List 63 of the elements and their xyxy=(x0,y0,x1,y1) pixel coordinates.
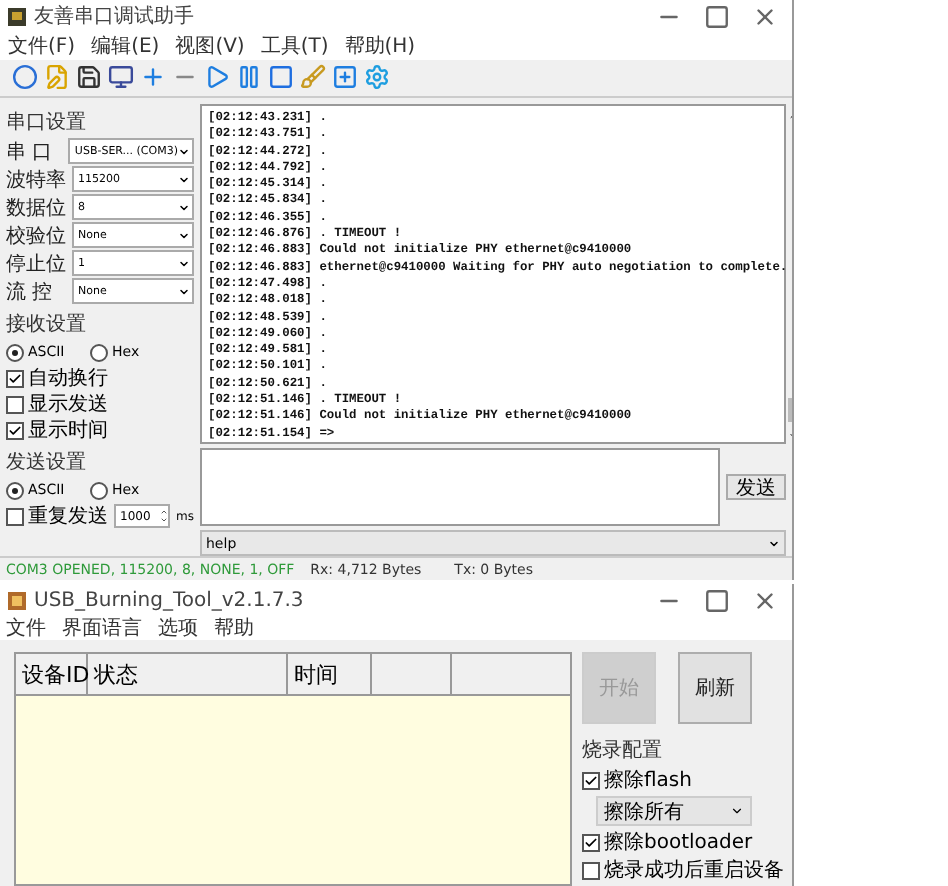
menu-item[interactable]: 帮助(H) xyxy=(344,32,416,60)
caret-icon xyxy=(178,173,190,185)
group-title: 接收设置 xyxy=(6,311,88,338)
close-icon[interactable] xyxy=(751,587,777,613)
menu-item[interactable]: 编辑(E) xyxy=(91,32,160,60)
field-label: 流 控 xyxy=(6,279,55,305)
column-header[interactable]: 时间 xyxy=(288,654,372,694)
group-title: 发送设置 xyxy=(6,449,88,476)
settings-icon[interactable] xyxy=(364,63,390,89)
window-title: USB_Burning_Tool_v2.1.7.3 xyxy=(34,589,306,611)
checkbox[interactable]: 显示发送 xyxy=(6,390,108,418)
field-label: 停止位 xyxy=(6,251,68,277)
menu-item[interactable]: 文件 xyxy=(6,614,46,642)
ball-icon[interactable] xyxy=(12,63,38,89)
send-input[interactable] xyxy=(200,448,720,526)
app-icon xyxy=(8,591,26,609)
group-title: 串口设置 xyxy=(6,109,88,136)
refresh-button[interactable]: 刷新 xyxy=(678,652,752,724)
caret-icon xyxy=(730,804,744,818)
caret-icon xyxy=(178,285,190,297)
column-header[interactable]: 状态 xyxy=(88,654,288,694)
check-icon xyxy=(584,773,598,787)
brush-icon[interactable] xyxy=(300,63,326,89)
checkbox[interactable]: 显示时间 xyxy=(6,416,108,444)
checkbox[interactable]: 擦除flash xyxy=(582,766,692,794)
menu-item[interactable]: 文件(F) xyxy=(8,32,76,60)
stop-icon[interactable] xyxy=(268,63,294,89)
caret-icon xyxy=(768,537,780,549)
play-icon[interactable] xyxy=(204,63,230,89)
group-title: 烧录配置 xyxy=(582,737,664,764)
add-window-icon[interactable] xyxy=(332,63,358,89)
field-label: 数据位 xyxy=(6,195,68,221)
monitor-icon[interactable] xyxy=(108,63,134,89)
field-label: 校验位 xyxy=(6,223,68,249)
plus-icon[interactable] xyxy=(140,63,166,89)
menu-item[interactable]: 工具(T) xyxy=(260,32,329,60)
menu-item[interactable]: 界面语言 xyxy=(62,614,142,642)
checkbox[interactable]: 烧录成功后重启设备 xyxy=(582,856,784,884)
check-icon xyxy=(8,423,22,437)
menu-item[interactable]: 视图(V) xyxy=(175,32,245,60)
menu-item[interactable]: 选项 xyxy=(158,614,198,642)
dropdown[interactable]: 擦除所有 xyxy=(596,796,752,826)
close-icon[interactable] xyxy=(751,3,777,29)
caret-icon xyxy=(178,201,190,213)
field-label: 波特率 xyxy=(6,167,68,193)
column-header[interactable]: 设备ID xyxy=(16,654,88,694)
save-icon[interactable] xyxy=(76,63,102,89)
checkbox[interactable]: 擦除bootloader xyxy=(582,828,753,856)
app-icon xyxy=(8,7,26,25)
caret-icon xyxy=(178,229,190,241)
caret-icon xyxy=(178,145,190,157)
maximize-icon[interactable] xyxy=(703,3,729,29)
pause-icon[interactable] xyxy=(236,63,262,89)
checkbox[interactable]: 重复发送 xyxy=(6,502,108,530)
send-button[interactable]: 发送 xyxy=(726,474,786,500)
check-icon xyxy=(8,371,22,385)
field-label: 串 口 xyxy=(6,139,55,165)
menu-item[interactable]: 帮助 xyxy=(214,614,254,642)
checkbox[interactable]: 自动换行 xyxy=(6,364,108,392)
caret-icon xyxy=(178,257,190,269)
window-title: 友善串口调试助手 xyxy=(34,3,196,30)
maximize-icon[interactable] xyxy=(703,587,729,613)
check-icon xyxy=(584,835,598,849)
